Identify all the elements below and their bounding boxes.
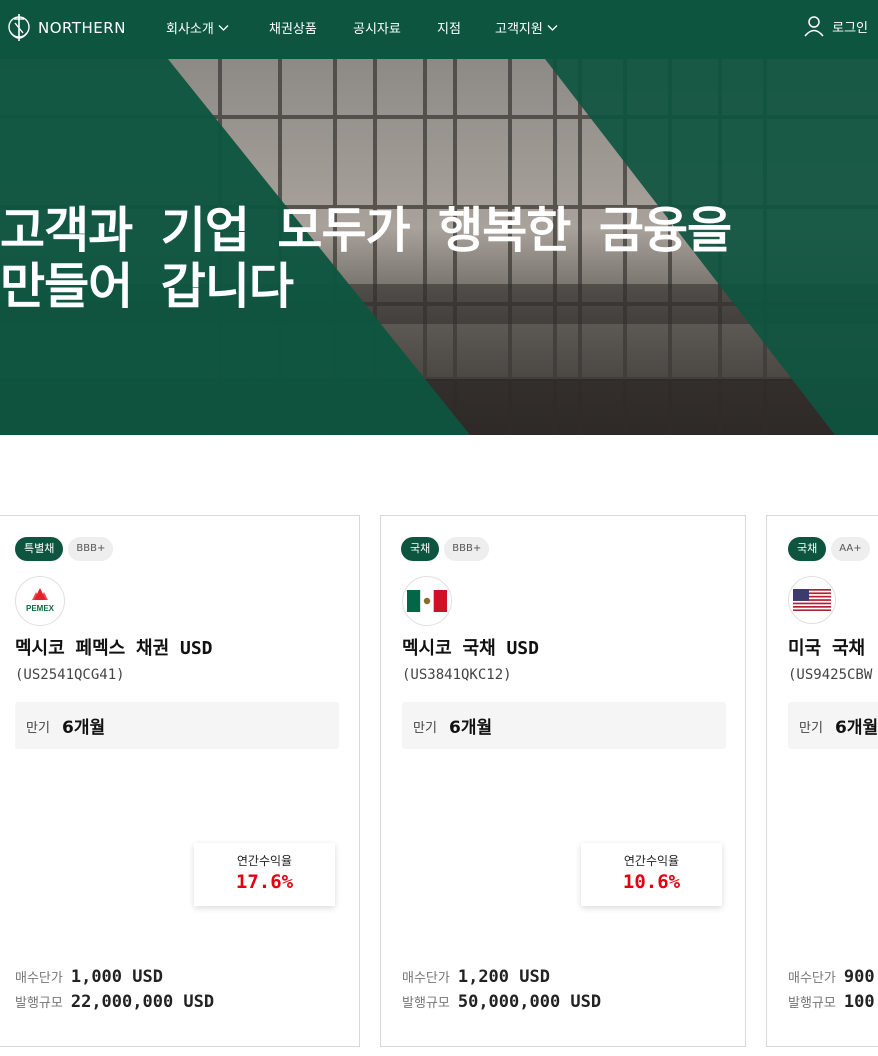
nav-item-company[interactable]: 회사소개 [166, 18, 229, 37]
logo-text: NORTHERN [38, 19, 126, 37]
issue-size-label: 발행규모 [15, 996, 63, 1011]
issue-size-label: 발행규모 [402, 996, 450, 1011]
nav-item-label: 채권상품 [269, 22, 317, 37]
issue-size-row: 발행규모 50,000,000 USD [402, 992, 601, 1012]
chevron-down-icon [547, 25, 558, 31]
top-navigation-bar: NORTHERN 회사소개 채권상품 공시자료 지점 고객지원 로그인 [0, 0, 878, 59]
price-label: 매수단가 [788, 971, 836, 986]
bond-card-pemex[interactable]: 특별채 BBB+ PEMEX 멕시코 페멕스 채권 USD (US2541QCG… [0, 515, 360, 1047]
northern-logo[interactable]: NORTHERN [6, 11, 126, 45]
price-value: 1,200 USD [457, 967, 550, 987]
bond-name: 미국 국채 [788, 638, 866, 659]
badge-group: 국채 AA+ [788, 537, 870, 561]
nav-item-label: 지점 [437, 22, 461, 37]
nav-item-disclosure[interactable]: 공시자료 [353, 18, 401, 37]
issue-size-row: 발행규모 22,000,000 USD [15, 992, 214, 1012]
login-button[interactable]: 로그인 [804, 15, 868, 37]
hero-headline: 고객과 기업 모두가 행복한 금융을 만들어 갑니다 [0, 203, 878, 315]
bond-name: 멕시코 국채 USD [402, 638, 539, 659]
issue-size-value: 100 [843, 992, 875, 1012]
annual-yield-box: 연간수익율 17.6% [194, 843, 335, 906]
maturity-value: 6개월 [835, 718, 878, 738]
pemex-logo: PEMEX [15, 576, 65, 626]
price-label: 매수단가 [15, 971, 63, 986]
bond-type-badge: 국채 [401, 537, 440, 561]
login-label: 로그인 [832, 20, 868, 36]
rating-badge: BBB+ [68, 537, 114, 561]
yield-label: 연간수익율 [623, 854, 680, 868]
anchor-logo-icon [8, 14, 30, 41]
chevron-down-icon [218, 25, 229, 31]
issue-size-label: 발행규모 [788, 996, 836, 1011]
badge-group: 국채 BBB+ [401, 537, 490, 561]
mexico-flag-icon [402, 576, 452, 626]
bond-card-usa[interactable]: 국채 AA+ 미국 국채 (US9425CBW 만기 6개월 매수단가 900 … [766, 515, 878, 1047]
bond-code: (US9425CBW [788, 667, 873, 683]
rating-badge: AA+ [831, 537, 870, 561]
yield-label: 연간수익율 [236, 854, 293, 868]
nav-item-label: 회사소개 [166, 22, 214, 37]
issue-size-value: 22,000,000 USD [70, 992, 215, 1012]
bond-code: (US3841QKC12) [402, 667, 512, 683]
maturity-box: 만기 6개월 [788, 702, 878, 749]
nav-item-bond-products[interactable]: 채권상품 [269, 18, 317, 37]
maturity-label: 만기 [26, 721, 50, 736]
price-value: 1,000 USD [70, 967, 163, 987]
annual-yield-box: 연간수익율 10.6% [581, 843, 722, 906]
issue-size-row: 발행규모 100 [788, 992, 875, 1012]
price-row: 매수단가 1,000 USD [15, 967, 163, 987]
hero-banner: 고객과 기업 모두가 행복한 금융을 만들어 갑니다 [0, 59, 878, 435]
yield-value: 17.6% [235, 871, 294, 893]
bond-type-badge: 특별채 [15, 537, 64, 561]
price-label: 매수단가 [402, 971, 450, 986]
nav-item-label: 공시자료 [353, 22, 401, 37]
hero-headline-line2: 만들어 갑니다 [0, 258, 294, 315]
maturity-label: 만기 [799, 721, 823, 736]
hero-headline-line1: 고객과 기업 모두가 행복한 금융을 [0, 202, 732, 259]
price-row: 매수단가 1,200 USD [402, 967, 550, 987]
nav-item-branches[interactable]: 지점 [437, 18, 461, 37]
nav-item-label: 고객지원 [495, 22, 543, 37]
badge-group: 특별채 BBB+ [15, 537, 114, 561]
pemex-logo-text: PEMEX [26, 604, 55, 613]
bond-code: (US2541QCG41) [15, 667, 125, 683]
issue-size-value: 50,000,000 USD [457, 992, 602, 1012]
maturity-box: 만기 6개월 [15, 702, 339, 749]
bond-type-badge: 국채 [788, 537, 827, 561]
maturity-label: 만기 [413, 721, 437, 736]
maturity-box: 만기 6개월 [402, 702, 726, 749]
bond-card-mexico[interactable]: 국채 BBB+ 멕시코 국채 USD (US3841QKC12) 만기 6개월 … [380, 515, 746, 1047]
maturity-value: 6개월 [449, 718, 493, 738]
price-value: 900 [843, 967, 875, 987]
bond-name: 멕시코 페멕스 채권 USD [15, 638, 213, 659]
maturity-value: 6개월 [62, 718, 106, 738]
yield-value: 10.6% [622, 871, 681, 893]
nav-item-support[interactable]: 고객지원 [495, 18, 558, 37]
user-icon [804, 16, 824, 37]
usa-flag-icon [788, 576, 836, 624]
price-row: 매수단가 900 [788, 967, 875, 987]
rating-badge: BBB+ [444, 537, 490, 561]
